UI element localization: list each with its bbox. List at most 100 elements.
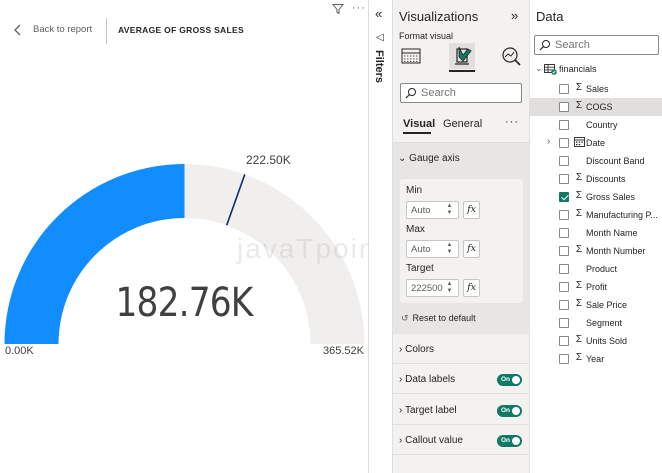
build-visual-icon[interactable] xyxy=(399,44,423,68)
collapse-visualizations-icon[interactable]: » xyxy=(511,8,518,23)
gauge-callout-value: 182.76K xyxy=(115,280,254,326)
field-row[interactable]: Σ Gross Sales xyxy=(530,188,662,206)
field-name: Month Name xyxy=(586,228,638,238)
format-visual-label: Format visual xyxy=(399,31,454,41)
chevron-down-icon[interactable]: ⌄ xyxy=(535,63,543,74)
field-checkbox[interactable] xyxy=(559,318,569,328)
field-checkbox[interactable] xyxy=(559,336,569,346)
callout-value-toggle[interactable]: On xyxy=(497,435,522,447)
sum-icon: Σ xyxy=(575,334,583,345)
field-checkbox[interactable] xyxy=(559,84,569,94)
field-row[interactable]: Product xyxy=(530,260,662,278)
field-row[interactable]: Σ Month Number xyxy=(530,242,662,260)
section-label: Colors xyxy=(405,344,435,355)
field-row[interactable]: Σ Units Sold xyxy=(530,332,662,350)
target-stepper-icon[interactable]: ▲ ▼ xyxy=(446,281,453,295)
field-checkbox[interactable] xyxy=(559,282,569,292)
reset-icon: ↺ xyxy=(401,313,409,323)
gauge-axis-label: Gauge axis xyxy=(409,153,460,164)
target-label: Target xyxy=(406,263,434,274)
field-checkbox[interactable] xyxy=(559,210,569,220)
visualizations-search-input[interactable] xyxy=(421,86,517,100)
analytics-icon[interactable] xyxy=(499,44,523,68)
filters-label[interactable]: Filters xyxy=(373,50,385,83)
gauge-axis-header[interactable]: ⌄ Gauge axis xyxy=(398,153,460,164)
field-name: Month Number xyxy=(586,246,646,256)
more-options-icon[interactable]: ··· xyxy=(352,2,366,14)
target-fx-button[interactable]: fx xyxy=(463,279,480,297)
field-checkbox[interactable] xyxy=(559,174,569,184)
field-checkbox[interactable] xyxy=(559,192,569,202)
field-checkbox[interactable] xyxy=(559,300,569,310)
field-checkbox[interactable] xyxy=(559,228,569,238)
target-label-toggle[interactable]: On xyxy=(497,405,522,417)
chevron-left-icon[interactable] xyxy=(12,23,24,37)
gauge-axis-card: Min ▲▼ fx Max ▲▼ fx Target ▲▼ fx xyxy=(400,179,523,303)
tab-general[interactable]: General xyxy=(443,118,482,130)
field-row[interactable]: Σ Profit xyxy=(530,278,662,296)
field-checkbox[interactable] xyxy=(559,120,569,130)
toggle-label: On xyxy=(501,407,511,414)
tab-visual-indicator xyxy=(403,132,431,134)
field-row[interactable]: Σ Sale Price xyxy=(530,296,662,314)
max-stepper-icon[interactable]: ▲ ▼ xyxy=(446,242,453,256)
sum-icon: Σ xyxy=(575,100,583,111)
field-name: Year xyxy=(586,354,605,364)
toggle-label: On xyxy=(501,376,511,383)
min-label: Min xyxy=(406,185,423,196)
table-icon xyxy=(544,64,557,75)
sum-icon: Σ xyxy=(575,244,583,255)
data-search-input[interactable] xyxy=(555,38,655,52)
gauge-min-label: 0.00K xyxy=(5,345,34,357)
min-fx-button[interactable]: fx xyxy=(463,201,480,219)
table-name: financials xyxy=(559,64,597,74)
visualizations-title: Visualizations xyxy=(399,9,479,24)
sum-icon: Σ xyxy=(575,208,583,219)
chevron-right-icon[interactable]: › xyxy=(547,136,550,147)
reset-to-default-button[interactable]: ↺ Reset to default xyxy=(401,313,476,324)
chevron-down-icon: ⌄ xyxy=(398,153,407,164)
field-row[interactable]: Σ Manufacturing P... xyxy=(530,206,662,224)
field-checkbox[interactable] xyxy=(559,264,569,274)
back-to-report-link[interactable]: Back to report xyxy=(33,24,92,35)
section-callout-value[interactable]: › Callout value On xyxy=(393,425,530,455)
visualizations-search-box[interactable] xyxy=(400,83,522,103)
max-label: Max xyxy=(406,224,425,235)
field-row[interactable]: Discount Band xyxy=(530,152,662,170)
report-canvas: Back to report AVERAGE OF GROSS SALES ··… xyxy=(0,0,384,473)
data-search-box[interactable] xyxy=(534,35,659,55)
format-visual-icon[interactable] xyxy=(449,43,475,69)
table-financials[interactable]: ⌄ financials xyxy=(530,62,662,79)
tab-visual[interactable]: Visual xyxy=(403,118,435,130)
more-options-icon[interactable]: ··· xyxy=(505,116,519,128)
field-row[interactable]: Σ COGS xyxy=(530,98,662,116)
toggle-knob xyxy=(512,407,520,415)
search-icon xyxy=(539,40,550,51)
field-name: Manufacturing P... xyxy=(586,210,658,220)
field-checkbox[interactable] xyxy=(559,354,569,364)
field-row[interactable]: Segment xyxy=(530,314,662,332)
field-checkbox[interactable] xyxy=(559,156,569,166)
reset-label: Reset to default xyxy=(412,313,476,323)
expand-filters-icon[interactable]: « xyxy=(375,6,382,21)
gauge-max-label: 365.52K xyxy=(323,345,364,357)
section-colors[interactable]: › Colors xyxy=(393,334,530,364)
filters-pane-collapsed[interactable]: « ◁ Filters xyxy=(369,0,393,473)
field-row[interactable]: Σ Discounts xyxy=(530,170,662,188)
chevron-right-icon: › xyxy=(399,435,403,446)
field-row[interactable]: › Date xyxy=(530,134,662,152)
data-labels-toggle[interactable]: On xyxy=(497,374,522,386)
field-row[interactable]: Country xyxy=(530,116,662,134)
max-fx-button[interactable]: fx xyxy=(463,240,480,258)
filter-icon[interactable] xyxy=(332,3,344,15)
field-checkbox[interactable] xyxy=(559,246,569,256)
field-checkbox[interactable] xyxy=(559,102,569,112)
min-stepper-icon[interactable]: ▲ ▼ xyxy=(446,203,453,217)
field-checkbox[interactable] xyxy=(559,138,569,148)
field-row[interactable]: Σ Year xyxy=(530,350,662,368)
section-target-label[interactable]: › Target label On xyxy=(393,395,530,425)
section-data-labels[interactable]: › Data labels On xyxy=(393,364,530,394)
field-row[interactable]: Month Name xyxy=(530,224,662,242)
field-row[interactable]: Σ Sales xyxy=(530,80,662,98)
sum-icon: Σ xyxy=(575,190,583,201)
